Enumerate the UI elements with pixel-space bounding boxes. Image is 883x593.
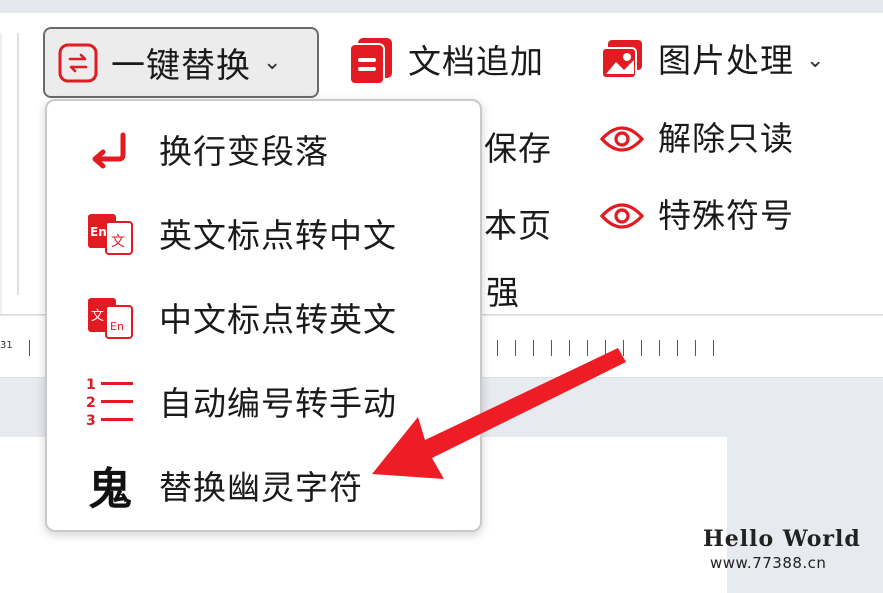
ruler-tick (695, 340, 696, 356)
doc-append-label: 文档追加 (408, 41, 544, 81)
numbering-icon: 1 2 3 (83, 374, 137, 428)
icon-digit: 3 (86, 413, 96, 426)
replace-dropdown-menu: 换行变段落 En 文 英文标点转中文 文 En 中文标点转英文 1 2 3 自动… (45, 99, 482, 532)
image-icon (600, 38, 644, 82)
eye-icon (600, 200, 644, 232)
icon-digit: 2 (86, 395, 96, 411)
menu-item-zh-to-en-punctuation[interactable]: 文 En 中文标点转英文 (47, 275, 480, 359)
watermark-url: www.77388.cn (710, 554, 827, 572)
icon-digit: 1 (86, 377, 96, 393)
special-symbols-label: 特殊符号 (658, 196, 794, 235)
ghost-char-glyph: 鬼 (88, 464, 132, 515)
chevron-down-icon: ⌄ (263, 50, 282, 75)
icon-text: 文 (91, 309, 104, 324)
eye-icon (600, 123, 644, 155)
remove-readonly-label: 解除只读 (658, 119, 794, 158)
watermark-title: Hello World (703, 526, 861, 552)
ruler-tick (515, 340, 516, 356)
doc-append-icon (348, 36, 396, 86)
ruler-tick (569, 340, 570, 356)
icon-text: En (90, 225, 107, 239)
menu-item-line-break-to-paragraph[interactable]: 换行变段落 (47, 107, 480, 191)
one-key-replace-label: 一键替换 (111, 46, 251, 86)
save-label-partial[interactable]: 保存 (484, 122, 552, 170)
menu-item-label: 英文标点转中文 (159, 216, 397, 255)
ruler-tick (587, 340, 588, 356)
menu-item-label: 替换幽灵字符 (159, 468, 363, 507)
menu-item-replace-ghost-chars[interactable]: 鬼 替换幽灵字符 (47, 443, 480, 527)
image-process-button[interactable]: 图片处理 ⌄ (600, 38, 825, 82)
enhance-label-partial[interactable]: 强 (486, 266, 520, 314)
ruler-tick (713, 340, 714, 356)
ruler-tick (677, 340, 678, 356)
menu-item-label: 换行变段落 (159, 132, 329, 171)
ghost-char-icon: 鬼 (83, 458, 137, 515)
menu-item-auto-numbering-to-manual[interactable]: 1 2 3 自动编号转手动 (47, 359, 480, 443)
page-label-partial[interactable]: 本页 (484, 199, 552, 247)
ruler-tick (605, 340, 606, 356)
ruler-tick (533, 340, 534, 356)
doc-append-button[interactable]: 文档追加 (348, 36, 544, 86)
chevron-down-icon: ⌄ (806, 47, 826, 73)
ribbon-separator (17, 33, 19, 295)
line-break-icon (83, 122, 137, 176)
image-process-label: 图片处理 (658, 40, 794, 80)
swap-icon (57, 42, 99, 84)
icon-text: 文 (111, 234, 125, 250)
menu-item-label: 自动编号转手动 (159, 384, 397, 423)
ruler-tick (659, 340, 660, 356)
ruler-tick (497, 340, 498, 356)
ruler-number: 31 (0, 340, 13, 351)
zh-to-en-icon: 文 En (83, 290, 137, 344)
ruler-tick (551, 340, 552, 356)
menu-item-label: 中文标点转英文 (159, 300, 397, 339)
ribbon-edge (0, 33, 2, 313)
icon-text: En (110, 320, 124, 333)
ruler-tick (623, 340, 624, 356)
top-strip (0, 0, 883, 13)
special-symbols-button[interactable]: 特殊符号 (600, 199, 794, 232)
en-to-zh-icon: En 文 (83, 206, 137, 260)
ruler-tick (29, 340, 30, 356)
menu-item-en-to-zh-punctuation[interactable]: En 文 英文标点转中文 (47, 191, 480, 275)
one-key-replace-button[interactable]: 一键替换 ⌄ (43, 27, 319, 98)
remove-readonly-button[interactable]: 解除只读 (600, 122, 794, 155)
ruler-tick (641, 340, 642, 356)
